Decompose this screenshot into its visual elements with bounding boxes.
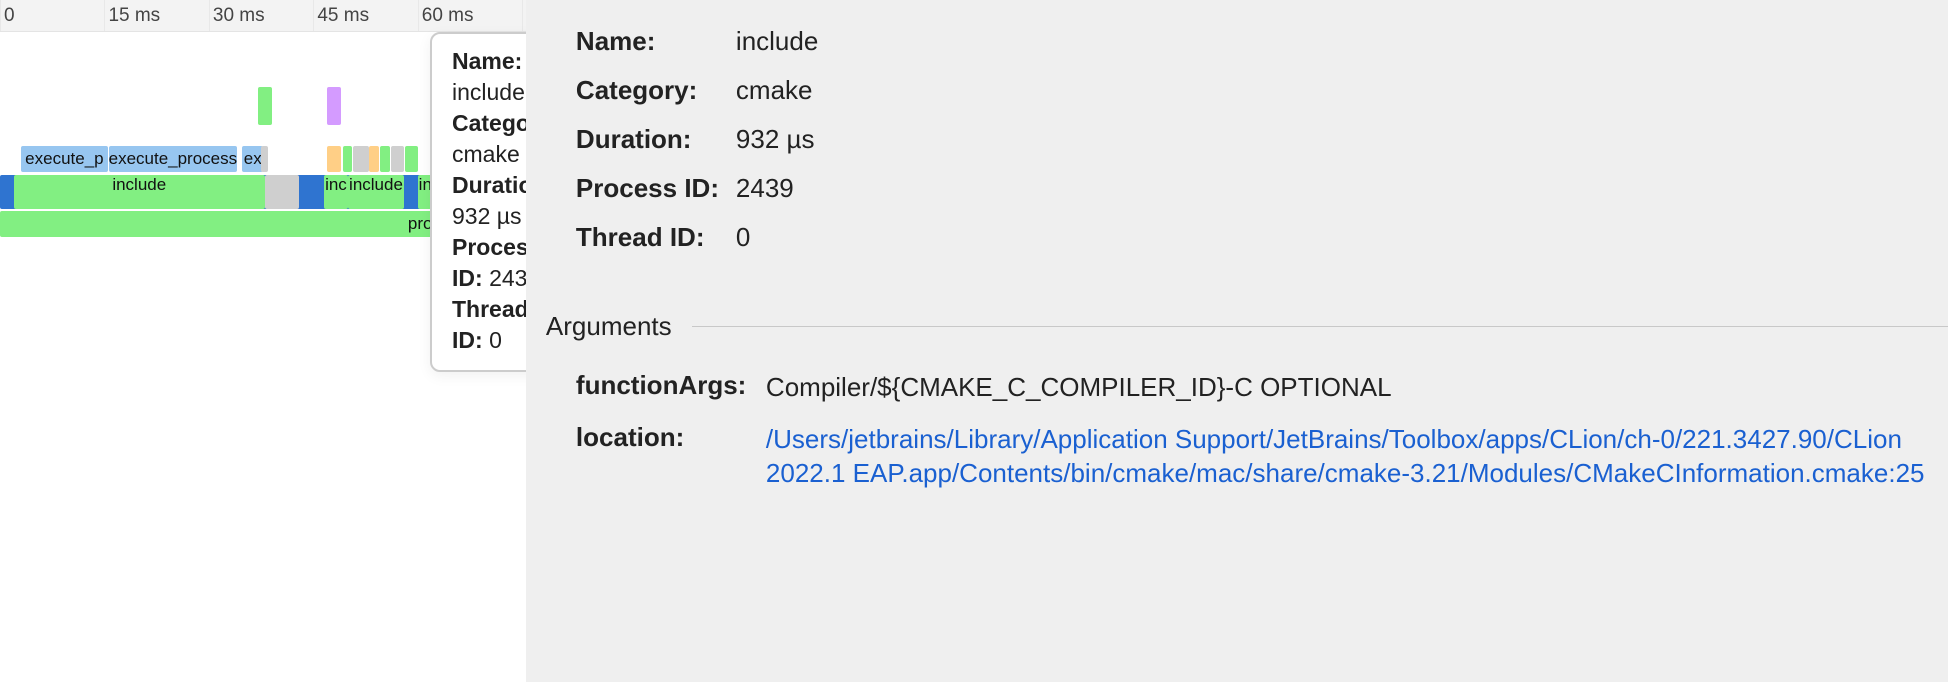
trace-span-include[interactable]: include: [348, 175, 404, 209]
section-arguments: Arguments: [546, 311, 1948, 342]
detail-key: Name:: [576, 26, 736, 57]
timeline-pane[interactable]: 015 ms30 ms45 ms60 ms75 ms90 ms105 ms120…: [0, 0, 526, 682]
trace-span-slice[interactable]: [405, 146, 418, 172]
trace-span-slice[interactable]: [353, 146, 369, 172]
trace-span-slice[interactable]: [343, 146, 352, 172]
detail-row: Thread ID:0: [576, 222, 1948, 253]
detail-key: Duration:: [576, 124, 736, 155]
trace-span-slice[interactable]: [369, 146, 379, 172]
divider: [692, 326, 1948, 327]
detail-value: 2439: [736, 173, 1948, 204]
detail-value: 0: [736, 222, 1948, 253]
trace-span-slice[interactable]: [380, 146, 390, 172]
trace-span-include[interactable]: [265, 175, 300, 209]
ruler-tick: 15 ms: [104, 0, 160, 31]
detail-value: cmake: [736, 75, 1948, 106]
details-panel: Name:includeCategory:cmakeDuration:932 µ…: [526, 0, 1948, 682]
trace-span-include[interactable]: include: [418, 175, 474, 209]
detail-row: Duration:932 µs: [576, 124, 1948, 155]
detail-row: Process ID:2439: [576, 173, 1948, 204]
trace-span-execute_process[interactable]: execute_p: [21, 146, 108, 172]
details-properties: Name:includeCategory:cmakeDuration:932 µ…: [526, 24, 1948, 301]
trace-span-project[interactable]: project: [0, 211, 526, 237]
time-ruler[interactable]: 015 ms30 ms45 ms60 ms75 ms90 ms105 ms120…: [0, 0, 526, 32]
arguments-list: functionArgs:Compiler/${CMAKE_C_COMPILER…: [526, 370, 1948, 490]
argument-row: location:/Users/jetbrains/Library/Applic…: [576, 422, 1948, 490]
trace-span-execute_process[interactable]: ex: [242, 146, 263, 172]
trace-span-include[interactable]: inc: [324, 175, 348, 209]
ruler-tick: 60 ms: [418, 0, 474, 31]
argument-row: functionArgs:Compiler/${CMAKE_C_COMPILER…: [576, 370, 1948, 404]
trace-span-slice[interactable]: [261, 146, 268, 172]
argument-key: location:: [576, 422, 766, 490]
trace-span-include[interactable]: include: [480, 175, 525, 209]
detail-row: Category:cmake: [576, 75, 1948, 106]
detail-key: Process ID:: [576, 173, 736, 204]
section-title: Arguments: [546, 311, 672, 342]
argument-value: Compiler/${CMAKE_C_COMPILER_ID}-C OPTION…: [766, 370, 1948, 404]
flamechart[interactable]: execute_pexecute_processex__coincludeinc…: [0, 32, 526, 682]
ruler-tick: 75 ms: [522, 0, 526, 31]
detail-value: 932 µs: [736, 124, 1948, 155]
detail-key: Category:: [576, 75, 736, 106]
detail-key: Thread ID:: [576, 222, 736, 253]
ruler-tick: 0: [0, 0, 15, 31]
trace-span[interactable]: [258, 87, 272, 125]
argument-key: functionArgs:: [576, 370, 766, 404]
detail-row: Name:include: [576, 26, 1948, 57]
ruler-tick: 30 ms: [209, 0, 265, 31]
ruler-tick: 45 ms: [313, 0, 369, 31]
trace-span-include[interactable]: include: [14, 175, 265, 209]
argument-value-link[interactable]: /Users/jetbrains/Library/Application Sup…: [766, 422, 1948, 490]
trace-span-execute_process[interactable]: execute_process: [109, 146, 237, 172]
trace-span[interactable]: [327, 87, 341, 125]
trace-span-slice[interactable]: [391, 146, 404, 172]
detail-value: include: [736, 26, 1948, 57]
trace-span-slice[interactable]: [327, 146, 341, 172]
